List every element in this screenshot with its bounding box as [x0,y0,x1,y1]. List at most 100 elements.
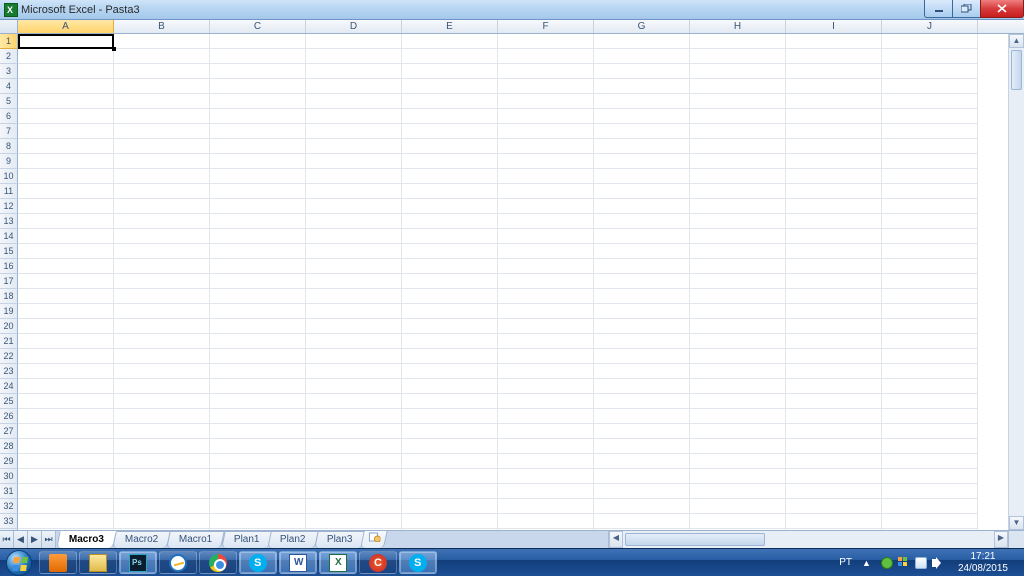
tray-status-icon[interactable] [881,557,893,569]
cell-B12[interactable] [114,199,210,214]
cell-A22[interactable] [18,349,114,364]
cell-C16[interactable] [210,259,306,274]
cell-J32[interactable] [882,499,978,514]
cell-J30[interactable] [882,469,978,484]
cell-C14[interactable] [210,229,306,244]
cell-D25[interactable] [306,394,402,409]
cell-G24[interactable] [594,379,690,394]
cell-B4[interactable] [114,79,210,94]
cell-B8[interactable] [114,139,210,154]
cell-B34[interactable] [114,529,210,530]
row-header-8[interactable]: 8 [0,139,18,154]
cell-F14[interactable] [498,229,594,244]
cell-J5[interactable] [882,94,978,109]
cell-A18[interactable] [18,289,114,304]
cell-H5[interactable] [690,94,786,109]
cell-B6[interactable] [114,109,210,124]
cell-D3[interactable] [306,64,402,79]
cell-G25[interactable] [594,394,690,409]
cell-H25[interactable] [690,394,786,409]
cell-H23[interactable] [690,364,786,379]
cell-D16[interactable] [306,259,402,274]
cell-I26[interactable] [786,409,882,424]
cell-I7[interactable] [786,124,882,139]
cell-J27[interactable] [882,424,978,439]
column-header-F[interactable]: F [498,20,594,33]
cell-H32[interactable] [690,499,786,514]
cell-I25[interactable] [786,394,882,409]
cell-H13[interactable] [690,214,786,229]
cell-J26[interactable] [882,409,978,424]
cell-H1[interactable] [690,34,786,49]
cell-H17[interactable] [690,274,786,289]
cell-F13[interactable] [498,214,594,229]
cell-A3[interactable] [18,64,114,79]
cell-J31[interactable] [882,484,978,499]
cell-F12[interactable] [498,199,594,214]
vscroll-thumb[interactable] [1011,50,1022,90]
cell-G22[interactable] [594,349,690,364]
cell-E18[interactable] [402,289,498,304]
cell-B14[interactable] [114,229,210,244]
cell-A33[interactable] [18,514,114,529]
cell-C29[interactable] [210,454,306,469]
cell-G18[interactable] [594,289,690,304]
cell-E17[interactable] [402,274,498,289]
cell-J33[interactable] [882,514,978,529]
cell-E8[interactable] [402,139,498,154]
cell-B13[interactable] [114,214,210,229]
cell-A34[interactable] [18,529,114,530]
row-header-22[interactable]: 22 [0,349,18,364]
cell-H33[interactable] [690,514,786,529]
cell-A26[interactable] [18,409,114,424]
cell-C4[interactable] [210,79,306,94]
cell-B2[interactable] [114,49,210,64]
cell-D11[interactable] [306,184,402,199]
cell-A14[interactable] [18,229,114,244]
cell-F23[interactable] [498,364,594,379]
cell-E26[interactable] [402,409,498,424]
row-header-17[interactable]: 17 [0,274,18,289]
cell-I32[interactable] [786,499,882,514]
cell-B26[interactable] [114,409,210,424]
select-all-corner[interactable] [0,20,18,33]
cell-H29[interactable] [690,454,786,469]
row-header-15[interactable]: 15 [0,244,18,259]
cell-C17[interactable] [210,274,306,289]
cell-F34[interactable] [498,529,594,530]
cell-I5[interactable] [786,94,882,109]
cell-J29[interactable] [882,454,978,469]
taskbar-clock[interactable]: 17:21 24/08/2015 [950,551,1016,575]
cell-D23[interactable] [306,364,402,379]
row-header-21[interactable]: 21 [0,334,18,349]
cell-G21[interactable] [594,334,690,349]
cell-C22[interactable] [210,349,306,364]
cell-H2[interactable] [690,49,786,64]
tray-overflow-button[interactable]: ▲ [858,558,875,568]
cell-J25[interactable] [882,394,978,409]
cell-H20[interactable] [690,319,786,334]
cell-E34[interactable] [402,529,498,530]
row-header-6[interactable]: 6 [0,109,18,124]
cell-F7[interactable] [498,124,594,139]
vertical-scrollbar[interactable]: ▲ ▼ [1008,34,1024,530]
cell-F31[interactable] [498,484,594,499]
cell-I10[interactable] [786,169,882,184]
cell-D28[interactable] [306,439,402,454]
cell-E33[interactable] [402,514,498,529]
cell-F30[interactable] [498,469,594,484]
row-header-23[interactable]: 23 [0,364,18,379]
cell-D27[interactable] [306,424,402,439]
cell-I1[interactable] [786,34,882,49]
cell-G9[interactable] [594,154,690,169]
cell-J13[interactable] [882,214,978,229]
cell-E23[interactable] [402,364,498,379]
cell-I23[interactable] [786,364,882,379]
taskbar-chrome[interactable] [199,551,237,574]
cell-I17[interactable] [786,274,882,289]
cell-C27[interactable] [210,424,306,439]
cell-B25[interactable] [114,394,210,409]
column-header-E[interactable]: E [402,20,498,33]
restore-button[interactable] [952,0,980,18]
cell-J24[interactable] [882,379,978,394]
